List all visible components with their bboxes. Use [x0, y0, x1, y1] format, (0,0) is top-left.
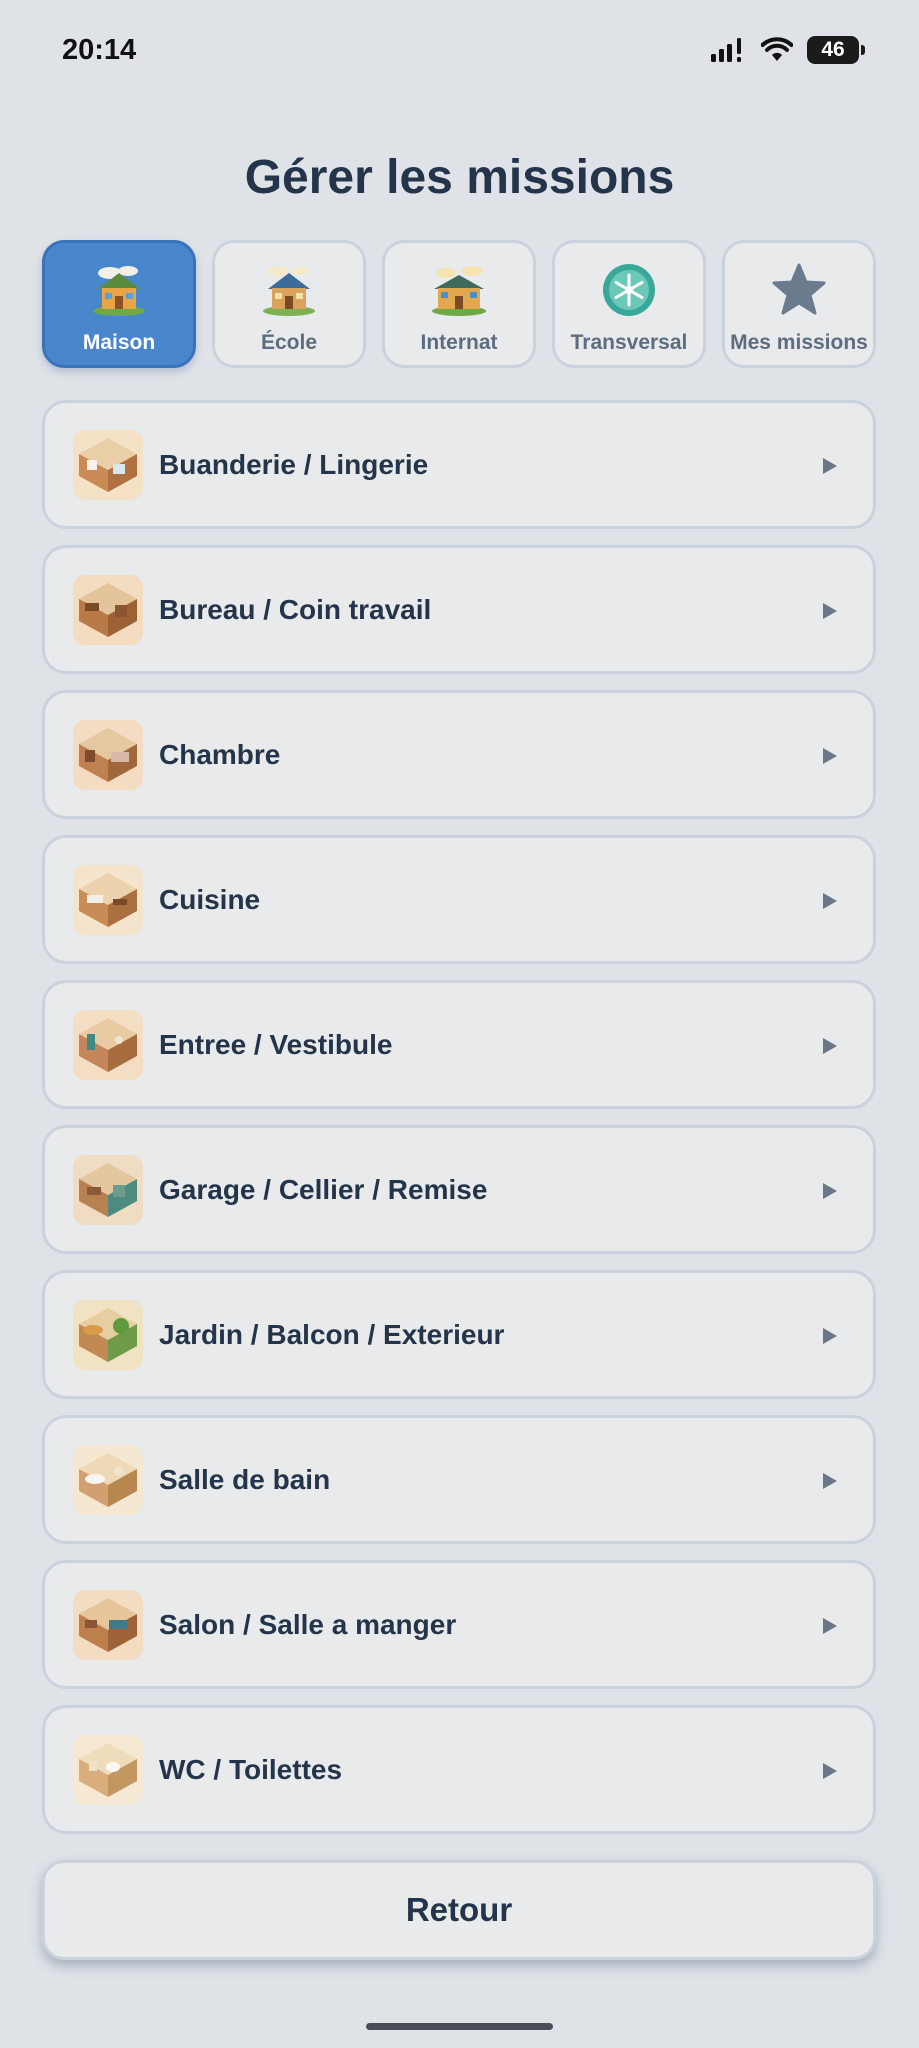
garage-icon [73, 1155, 143, 1225]
living-room-icon [73, 1590, 143, 1660]
house-icon [90, 261, 148, 319]
bathroom-icon [73, 1445, 143, 1515]
room-label: Cuisine [159, 884, 261, 915]
tab-mes-missions[interactable]: Mes missions [722, 240, 876, 368]
room-item-garage[interactable]: Garage / Cellier / Remise [42, 1125, 876, 1254]
room-item-entree[interactable]: Entree / Vestibule [42, 980, 876, 1109]
room-label: Bureau / Coin travail [159, 594, 432, 625]
entrance-icon [73, 1010, 143, 1080]
chevron-right-icon [823, 1473, 837, 1489]
tab-label: Transversal [570, 331, 688, 354]
room-label: Chambre [159, 739, 281, 770]
room-label: Entree / Vestibule [159, 1029, 393, 1060]
tab-label: Mes missions [730, 331, 868, 354]
room-item-jardin[interactable]: Jardin / Balcon / Exterieur [42, 1270, 876, 1399]
status-time: 20:14 [62, 34, 137, 66]
category-tabs: Maison École Internat Transversal Mes mi… [42, 240, 876, 370]
status-icons: 46 [711, 36, 865, 64]
tab-internat[interactable]: Internat [382, 240, 536, 368]
room-item-wc[interactable]: WC / Toilettes [42, 1705, 876, 1834]
room-label: Salon / Salle a manger [159, 1609, 457, 1640]
room-label: Buanderie / Lingerie [159, 449, 429, 480]
tab-transversal[interactable]: Transversal [552, 240, 706, 368]
star-icon [770, 261, 828, 319]
wifi-icon [761, 37, 793, 61]
tab-label: Maison [82, 331, 156, 354]
boarding-house-icon [430, 261, 488, 319]
tab-ecole[interactable]: École [212, 240, 366, 368]
room-label: Salle de bain [159, 1464, 331, 1495]
page-title: Gérer les missions [244, 151, 675, 204]
garden-icon [73, 1300, 143, 1370]
kitchen-icon [73, 865, 143, 935]
chevron-right-icon [823, 1038, 837, 1054]
laundry-room-icon [73, 430, 143, 500]
room-item-bureau[interactable]: Bureau / Coin travail [42, 545, 876, 674]
room-label: Garage / Cellier / Remise [159, 1174, 488, 1205]
chevron-right-icon [823, 458, 837, 474]
toilet-icon [73, 1735, 143, 1805]
room-label: WC / Toilettes [159, 1754, 343, 1785]
snowflake-badge-icon [600, 261, 658, 319]
room-item-salle-de-bain[interactable]: Salle de bain [42, 1415, 876, 1544]
room-item-buanderie[interactable]: Buanderie / Lingerie [42, 400, 876, 529]
school-icon [260, 261, 318, 319]
status-bar: 20:14 46 [0, 0, 919, 100]
cellular-signal-icon [711, 38, 741, 62]
office-room-icon [73, 575, 143, 645]
home-indicator[interactable] [366, 2023, 553, 2030]
battery-level: 46 [821, 38, 845, 61]
room-item-cuisine[interactable]: Cuisine [42, 835, 876, 964]
chevron-right-icon [823, 1763, 837, 1779]
chevron-right-icon [823, 1328, 837, 1344]
bedroom-icon [73, 720, 143, 790]
tab-label: Internat [420, 331, 498, 354]
room-label: Jardin / Balcon / Exterieur [159, 1319, 505, 1350]
chevron-right-icon [823, 893, 837, 909]
tab-label: École [260, 331, 318, 354]
chevron-right-icon [823, 603, 837, 619]
back-button[interactable]: Retour [42, 1860, 876, 1960]
room-item-salon[interactable]: Salon / Salle a manger [42, 1560, 876, 1689]
chevron-right-icon [823, 1183, 837, 1199]
tab-maison[interactable]: Maison [42, 240, 196, 368]
room-item-chambre[interactable]: Chambre [42, 690, 876, 819]
chevron-right-icon [823, 748, 837, 764]
chevron-right-icon [823, 1618, 837, 1634]
battery-icon: 46 [807, 36, 865, 64]
